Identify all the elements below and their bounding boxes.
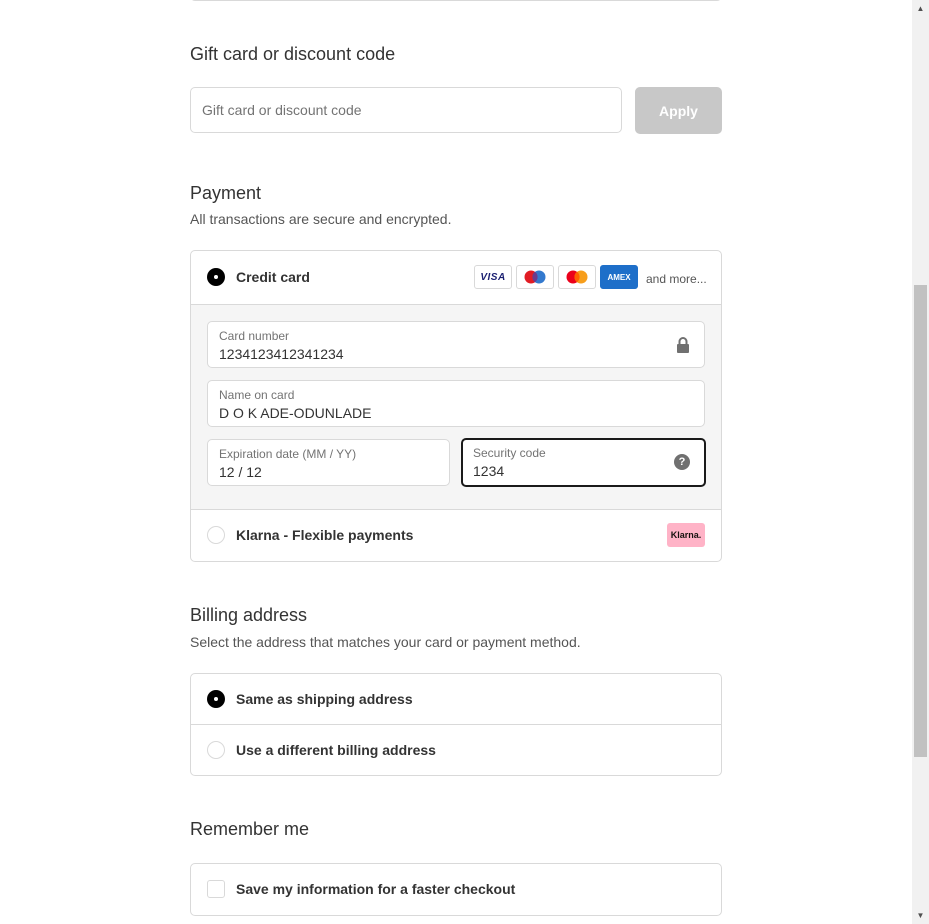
help-icon[interactable]: ?	[674, 454, 690, 470]
payment-subtitle: All transactions are secure and encrypte…	[190, 211, 452, 227]
payment-methods-box: Credit card VISA AMEX and more... Card n…	[190, 250, 722, 562]
credit-card-radio[interactable]	[207, 268, 225, 286]
klarna-option[interactable]: Klarna - Flexible payments Klarna.	[191, 509, 721, 561]
card-number-field[interactable]: Card number 1234123412341234	[207, 321, 705, 368]
remember-me-title: Remember me	[190, 819, 310, 839]
security-code-value: 1234	[473, 463, 505, 479]
discount-title: Gift card or discount code	[190, 44, 396, 64]
scroll-up-arrow-icon[interactable]: ▲	[912, 0, 929, 17]
and-more-link: and more...	[646, 272, 707, 286]
save-info-option[interactable]: Save my information for a faster checkou…	[191, 864, 721, 915]
card-number-value: 1234123412341234	[219, 346, 344, 362]
name-on-card-value: D O K ADE-ODUNLADE	[219, 405, 372, 421]
payment-title: Payment	[190, 183, 262, 203]
vertical-scrollbar[interactable]: ▲ ▼	[912, 0, 929, 924]
expiration-date-field[interactable]: Expiration date (MM / YY) 12 / 12	[207, 439, 450, 486]
klarna-logo: Klarna.	[667, 523, 705, 547]
checkout-page: Gift card or discount code Apply Payment…	[0, 0, 912, 924]
previous-section-edge	[190, 0, 722, 1]
expiration-date-value: 12 / 12	[219, 464, 262, 480]
apply-button[interactable]: Apply	[635, 87, 722, 134]
maestro-icon	[516, 265, 554, 289]
remember-me-box: Save my information for a faster checkou…	[190, 863, 722, 916]
billing-options-box: Same as shipping address Use a different…	[190, 673, 722, 776]
name-on-card-field[interactable]: Name on card D O K ADE-ODUNLADE	[207, 380, 705, 427]
visa-icon: VISA	[474, 265, 512, 289]
different-billing-radio[interactable]	[207, 741, 225, 759]
same-as-shipping-radio[interactable]	[207, 690, 225, 708]
different-billing-label: Use a different billing address	[236, 742, 436, 758]
scroll-thumb[interactable]	[914, 285, 927, 757]
same-as-shipping-option[interactable]: Same as shipping address	[191, 674, 721, 724]
amex-icon: AMEX	[600, 265, 638, 289]
credit-card-label: Credit card	[236, 269, 310, 285]
same-as-shipping-label: Same as shipping address	[236, 691, 413, 707]
name-on-card-label: Name on card	[219, 388, 295, 402]
mastercard-icon	[558, 265, 596, 289]
klarna-radio[interactable]	[207, 526, 225, 544]
card-number-label: Card number	[219, 329, 290, 343]
billing-subtitle: Select the address that matches your car…	[190, 634, 581, 650]
discount-code-input[interactable]	[190, 87, 622, 133]
lock-icon	[677, 337, 689, 353]
klarna-label: Klarna - Flexible payments	[236, 527, 414, 543]
scroll-down-arrow-icon[interactable]: ▼	[912, 907, 929, 924]
save-info-label: Save my information for a faster checkou…	[236, 881, 516, 897]
billing-title: Billing address	[190, 605, 308, 625]
credit-card-option[interactable]: Credit card VISA AMEX and more...	[191, 251, 721, 304]
security-code-label: Security code	[473, 446, 546, 460]
expiration-date-label: Expiration date (MM / YY)	[219, 447, 357, 461]
credit-card-fields: Card number 1234123412341234 Name on car…	[191, 304, 721, 510]
different-billing-option[interactable]: Use a different billing address	[191, 725, 721, 775]
security-code-field[interactable]: Security code 1234 ?	[461, 438, 706, 487]
save-info-checkbox[interactable]	[207, 880, 225, 898]
